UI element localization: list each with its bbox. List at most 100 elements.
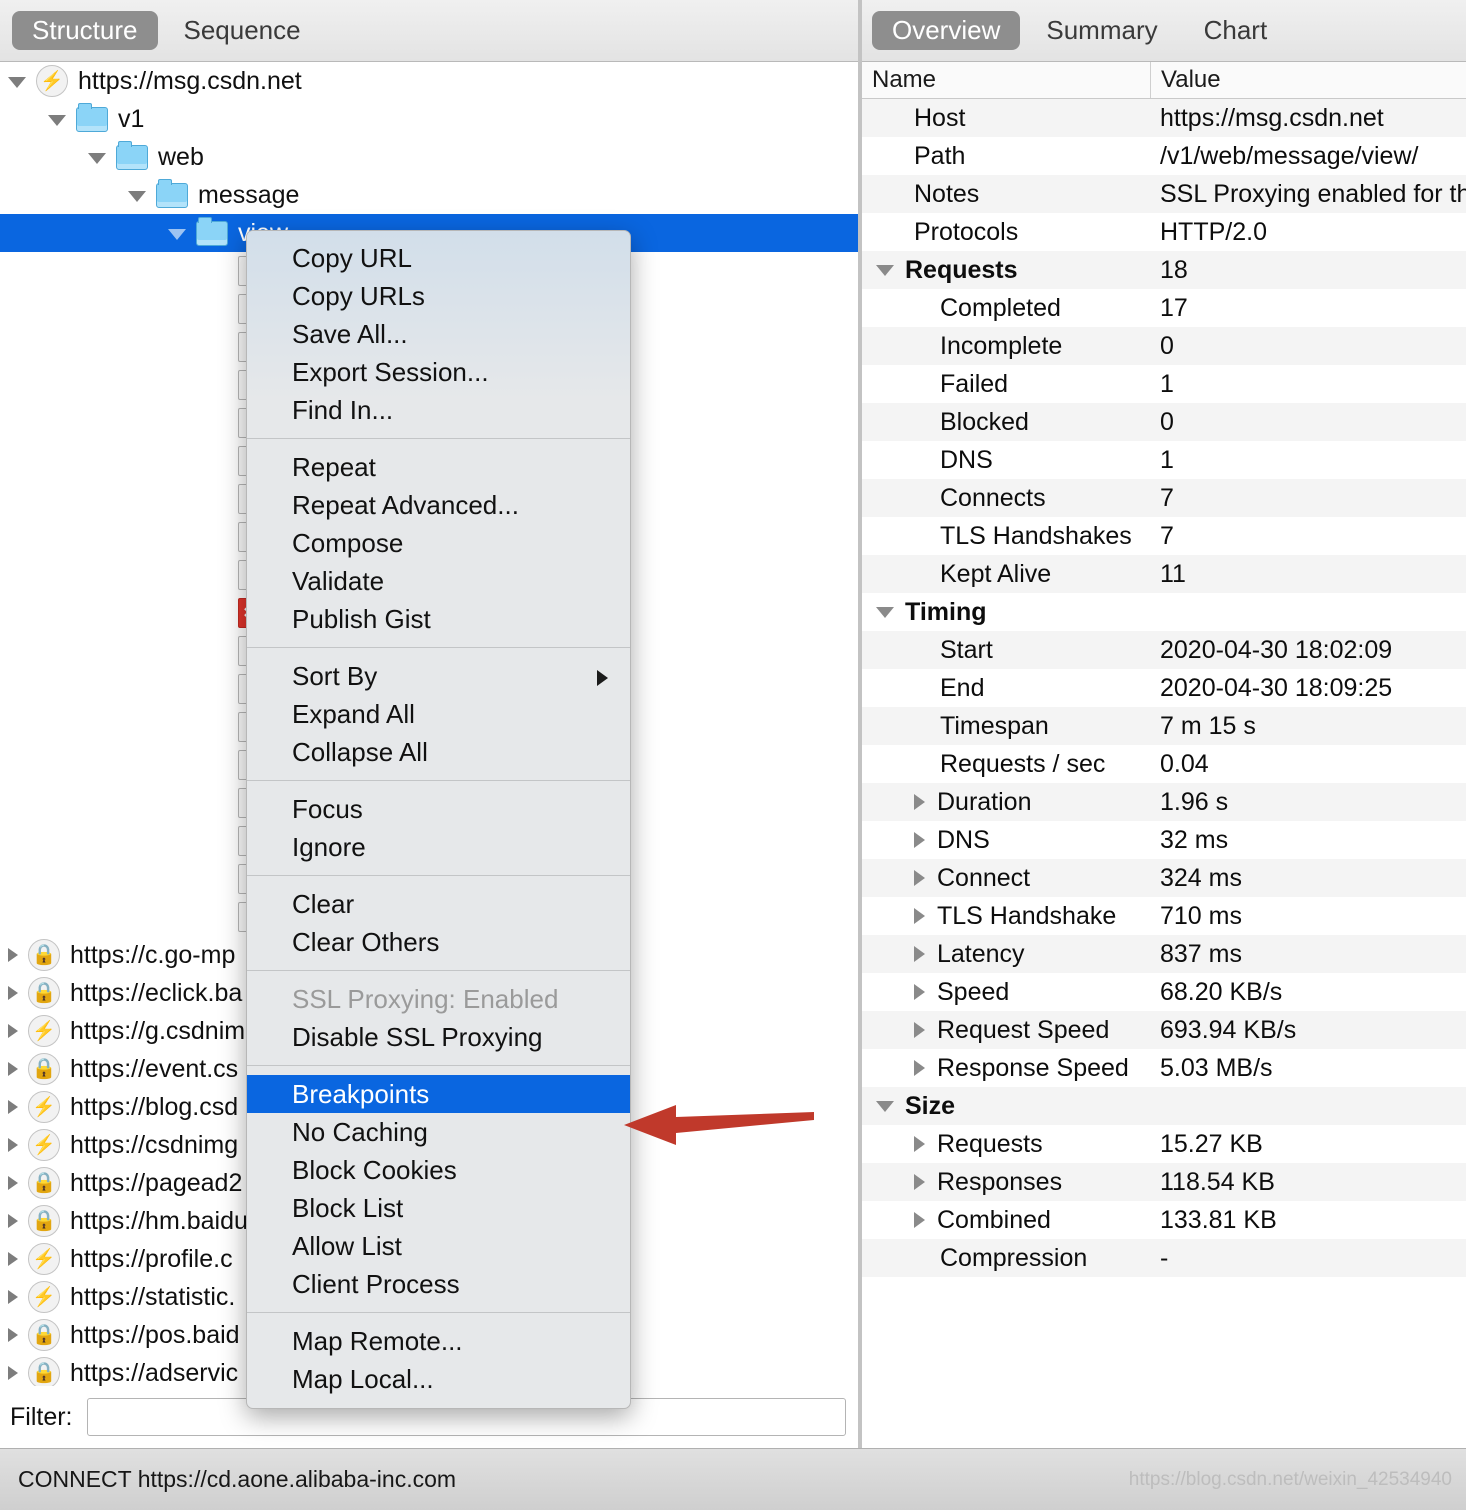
chevron-down-icon[interactable] (876, 264, 894, 276)
menu-item-block-cookies[interactable]: Block Cookies (247, 1151, 630, 1189)
menu-item-find-in[interactable]: Find In... (247, 391, 630, 429)
overview-row[interactable]: Failed 1 (862, 365, 1466, 403)
menu-item-ignore[interactable]: Ignore (247, 828, 630, 866)
chevron-right-icon[interactable] (8, 1252, 18, 1266)
overview-row[interactable]: Requests / sec 0.04 (862, 745, 1466, 783)
overview-row[interactable]: Duration 1.96 s (862, 783, 1466, 821)
menu-item-map-local[interactable]: Map Local... (247, 1360, 630, 1398)
overview-row-value: 837 ms (1160, 939, 1242, 968)
overview-row[interactable]: Protocols HTTP/2.0 (862, 213, 1466, 251)
overview-row[interactable]: Connect 324 ms (862, 859, 1466, 897)
overview-row[interactable]: TLS Handshake 710 ms (862, 897, 1466, 935)
column-header-name[interactable]: Name (862, 66, 1150, 94)
menu-item-clear[interactable]: Clear (247, 885, 630, 923)
menu-item-allow-list[interactable]: Allow List (247, 1227, 630, 1265)
overview-row[interactable]: End 2020-04-30 18:09:25 (862, 669, 1466, 707)
overview-row[interactable]: Response Speed 5.03 MB/s (862, 1049, 1466, 1087)
menu-item-save-all[interactable]: Save All... (247, 315, 630, 353)
tab-summary[interactable]: Summary (1026, 11, 1177, 51)
chevron-down-icon[interactable] (876, 606, 894, 618)
overview-row[interactable]: Speed 68.20 KB/s (862, 973, 1466, 1011)
overview-row[interactable]: Notes SSL Proxying enabled for th (862, 175, 1466, 213)
tree-node-host[interactable]: ⚡ https://msg.csdn.net (0, 62, 858, 100)
overview-row[interactable]: Requests 18 (862, 251, 1466, 289)
chevron-right-icon[interactable] (8, 1062, 18, 1076)
menu-item-expand-all[interactable]: Expand All (247, 695, 630, 733)
chevron-right-icon[interactable] (914, 984, 925, 1000)
chevron-right-icon[interactable] (8, 1024, 18, 1038)
chevron-down-icon[interactable] (876, 1100, 894, 1112)
overview-row[interactable]: DNS 32 ms (862, 821, 1466, 859)
overview-row[interactable]: Connects 7 (862, 479, 1466, 517)
chevron-right-icon[interactable] (914, 1174, 925, 1190)
overview-row[interactable]: Combined 133.81 KB (862, 1201, 1466, 1239)
chevron-right-icon[interactable] (914, 794, 925, 810)
tree-node-web[interactable]: web (0, 138, 858, 176)
chevron-right-icon[interactable] (914, 832, 925, 848)
overview-row[interactable]: Completed 17 (862, 289, 1466, 327)
chevron-right-icon[interactable] (8, 986, 18, 1000)
overview-row[interactable]: Start 2020-04-30 18:02:09 (862, 631, 1466, 669)
chevron-right-icon[interactable] (8, 1138, 18, 1152)
overview-row[interactable]: Compression - (862, 1239, 1466, 1277)
chevron-down-icon[interactable] (88, 153, 106, 164)
menu-item-copy-urls[interactable]: Copy URLs (247, 277, 630, 315)
chevron-right-icon[interactable] (8, 1100, 18, 1114)
chevron-right-icon[interactable] (914, 870, 925, 886)
overview-row[interactable]: Kept Alive 11 (862, 555, 1466, 593)
menu-item-client-process[interactable]: Client Process (247, 1265, 630, 1303)
menu-item-repeat-advanced[interactable]: Repeat Advanced... (247, 486, 630, 524)
tab-chart[interactable]: Chart (1184, 11, 1288, 51)
overview-row[interactable]: Host https://msg.csdn.net (862, 99, 1466, 137)
chevron-down-icon[interactable] (48, 115, 66, 126)
menu-item-compose[interactable]: Compose (247, 524, 630, 562)
chevron-right-icon[interactable] (914, 1212, 925, 1228)
overview-row[interactable]: Incomplete 0 (862, 327, 1466, 365)
menu-item-map-remote[interactable]: Map Remote... (247, 1322, 630, 1360)
chevron-right-icon[interactable] (914, 1022, 925, 1038)
menu-item-no-caching[interactable]: No Caching (247, 1113, 630, 1151)
chevron-down-icon[interactable] (8, 77, 26, 88)
overview-row[interactable]: Blocked 0 (862, 403, 1466, 441)
tab-overview[interactable]: Overview (872, 10, 1021, 51)
menu-item-publish-gist[interactable]: Publish Gist (247, 600, 630, 638)
overview-row[interactable]: Timing (862, 593, 1466, 631)
menu-item-disable-ssl-proxying[interactable]: Disable SSL Proxying (247, 1018, 630, 1056)
chevron-right-icon[interactable] (8, 1214, 18, 1228)
menu-item-clear-others[interactable]: Clear Others (247, 923, 630, 961)
overview-row[interactable]: Path/v1/web/message/view/ (862, 137, 1466, 175)
menu-item-focus[interactable]: Focus (247, 790, 630, 828)
overview-row[interactable]: Requests 15.27 KB (862, 1125, 1466, 1163)
chevron-right-icon[interactable] (914, 908, 925, 924)
chevron-right-icon[interactable] (914, 1136, 925, 1152)
chevron-right-icon[interactable] (8, 1176, 18, 1190)
chevron-right-icon[interactable] (914, 946, 925, 962)
overview-row[interactable]: Responses 118.54 KB (862, 1163, 1466, 1201)
tree-node-message[interactable]: message (0, 176, 858, 214)
overview-row[interactable]: Latency 837 ms (862, 935, 1466, 973)
menu-item-repeat[interactable]: Repeat (247, 448, 630, 486)
menu-item-block-list[interactable]: Block List (247, 1189, 630, 1227)
chevron-right-icon[interactable] (8, 1290, 18, 1304)
chevron-right-icon[interactable] (8, 948, 18, 962)
column-header-value[interactable]: Value (1150, 62, 1466, 98)
overview-row[interactable]: TLS Handshakes 7 (862, 517, 1466, 555)
chevron-right-icon[interactable] (914, 1060, 925, 1076)
menu-item-copy-url[interactable]: Copy URL (247, 239, 630, 277)
overview-row[interactable]: Request Speed 693.94 KB/s (862, 1011, 1466, 1049)
chevron-right-icon[interactable] (8, 1328, 18, 1342)
overview-row[interactable]: Timespan 7 m 15 s (862, 707, 1466, 745)
menu-item-collapse-all[interactable]: Collapse All (247, 733, 630, 771)
menu-item-export-session[interactable]: Export Session... (247, 353, 630, 391)
overview-row[interactable]: DNS 1 (862, 441, 1466, 479)
tree-node-v1[interactable]: v1 (0, 100, 858, 138)
overview-row[interactable]: Size (862, 1087, 1466, 1125)
menu-item-breakpoints[interactable]: Breakpoints (247, 1075, 630, 1113)
menu-item-sort-by[interactable]: Sort By (247, 657, 630, 695)
tab-structure[interactable]: Structure (12, 10, 158, 51)
tab-sequence[interactable]: Sequence (164, 11, 321, 51)
chevron-right-icon[interactable] (8, 1366, 18, 1380)
menu-item-validate[interactable]: Validate (247, 562, 630, 600)
chevron-down-icon[interactable] (168, 229, 186, 240)
chevron-down-icon[interactable] (128, 191, 146, 202)
